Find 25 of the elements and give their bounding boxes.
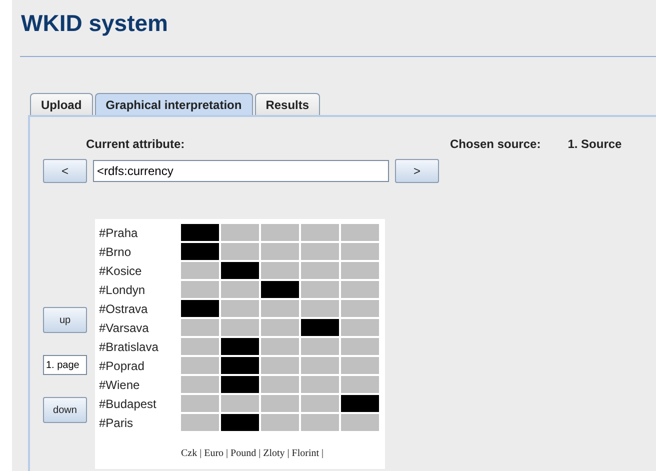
row-label: #Bratislava: [99, 340, 160, 354]
row-label: #Brno: [99, 244, 132, 258]
tab[interactable]: Upload: [30, 93, 93, 115]
down-button[interactable]: down: [43, 397, 87, 423]
next-button[interactable]: >: [395, 159, 439, 183]
row-label: #Ostrava: [99, 302, 149, 316]
row-label: #Varsava: [99, 320, 150, 334]
row-label: #Londyn: [99, 282, 146, 296]
row-label: #Paris: [99, 416, 134, 430]
row-label: #Poprad: [99, 358, 146, 372]
tab[interactable]: Graphical interpretation: [94, 93, 253, 115]
tab[interactable]: Results: [254, 93, 320, 115]
up-button[interactable]: up: [43, 307, 87, 333]
row-label: #Budapest: [99, 396, 158, 410]
attribute-field[interactable]: <rdfs:currency: [93, 160, 389, 182]
page-title: WKID system: [20, 9, 169, 38]
source-value: 1. Source: [568, 137, 622, 153]
source-label: Chosen source:: [450, 137, 541, 153]
page-field[interactable]: 1. page: [43, 355, 87, 375]
previous-button[interactable]: <: [43, 159, 87, 183]
row-label: #Kosice: [99, 264, 143, 278]
column-legend: Czk | Euro | Pound | Zloty | Florint |: [181, 448, 385, 459]
row-label: #Wiene: [99, 378, 141, 392]
row-label: #Praha: [99, 226, 139, 240]
attribute-label: Current attribute:: [85, 137, 186, 151]
